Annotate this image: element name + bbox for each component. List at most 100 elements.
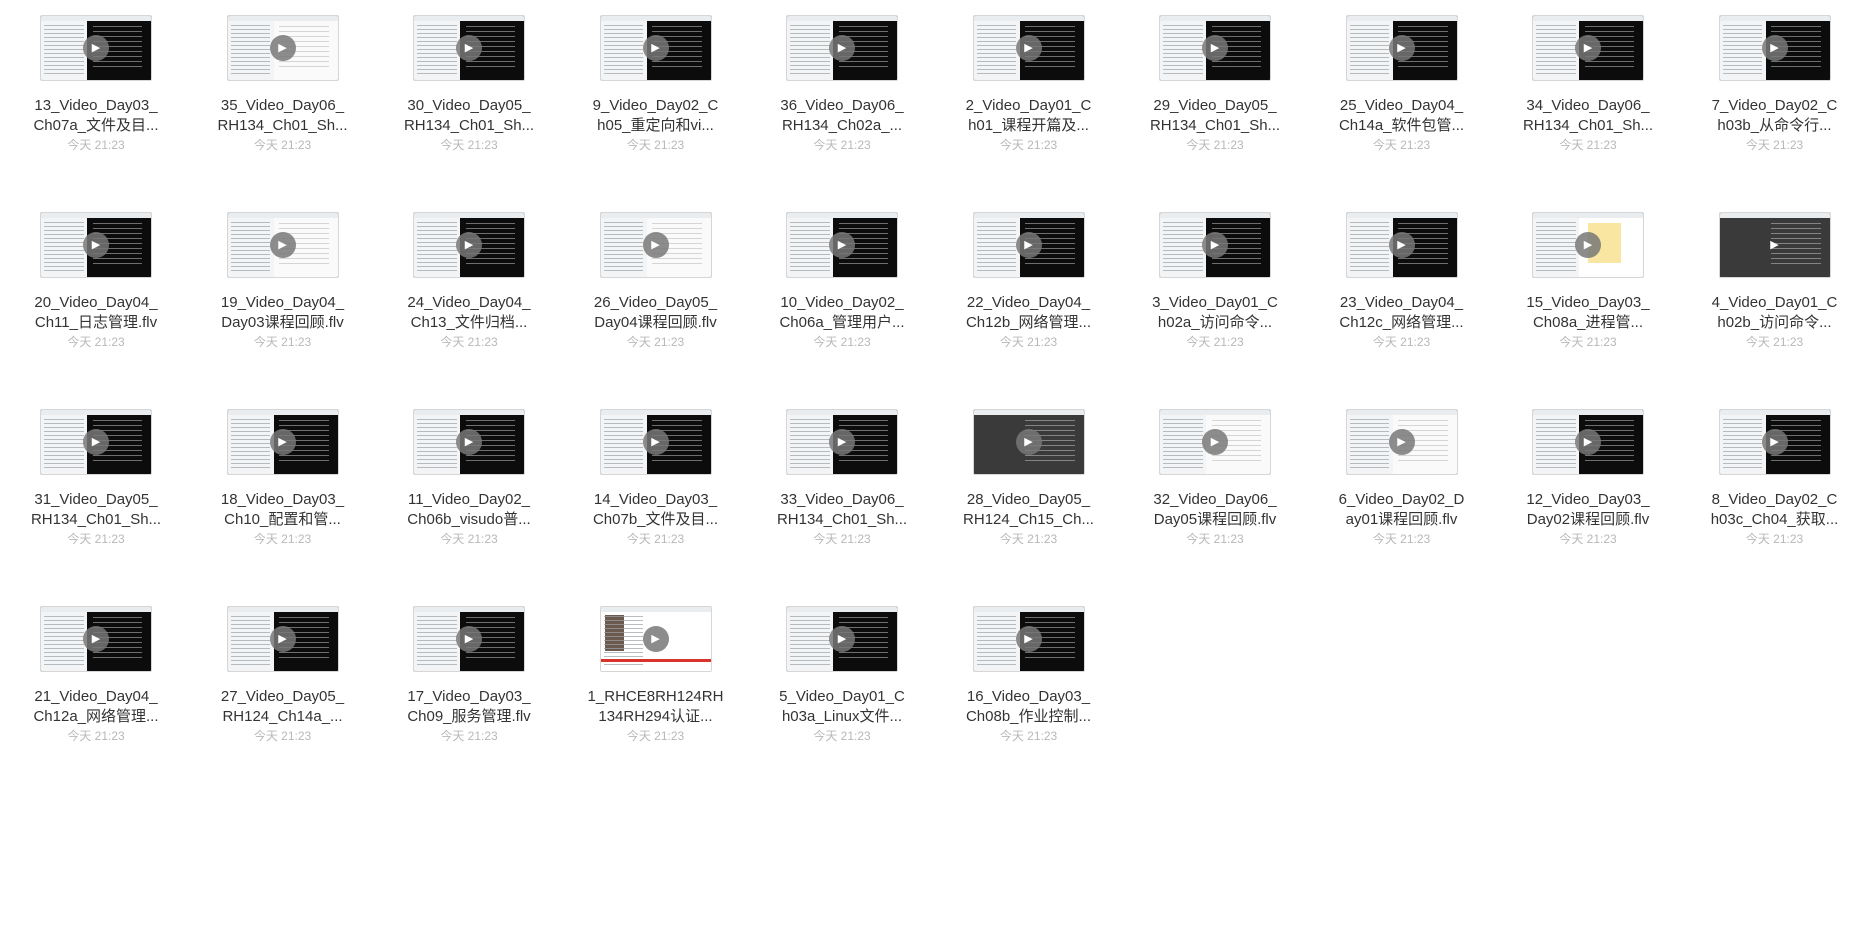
play-icon[interactable]: ▶ — [83, 429, 109, 455]
video-thumbnail[interactable]: ▶ — [599, 409, 712, 475]
video-thumbnail[interactable]: ▶ — [1345, 409, 1458, 475]
video-file-item[interactable]: ▶ 24_Video_Day04_ Ch13_文件归档... 今天 21:23 — [380, 197, 558, 397]
video-thumbnail[interactable]: ▶ — [1345, 15, 1458, 81]
play-icon[interactable]: ▶ — [83, 232, 109, 258]
video-file-item[interactable]: ▶ 8_Video_Day02_C h03c_Ch04_获取... 今天 21:23 — [1686, 394, 1851, 594]
play-icon[interactable]: ▶ — [642, 35, 669, 61]
video-file-item[interactable]: ▶ 32_Video_Day06_ Day05课程回顾.flv 今天 21:23 — [1126, 394, 1304, 594]
video-thumbnail[interactable]: ▶ — [786, 15, 898, 81]
play-icon[interactable]: ▶ — [1388, 35, 1415, 61]
video-file-item[interactable]: ▶ 12_Video_Day03_ Day02课程回顾.flv 今天 21:23 — [1499, 394, 1677, 594]
video-thumbnail[interactable]: ▶ — [786, 212, 898, 278]
video-file-item[interactable]: ▶ 4_Video_Day01_C h02b_访问命令... 今天 21:23 — [1686, 197, 1851, 397]
play-icon[interactable]: ▶ — [1015, 429, 1042, 455]
video-file-item[interactable]: ▶ 25_Video_Day04_ Ch14a_软件包管... 今天 21:23 — [1313, 0, 1491, 200]
video-thumbnail[interactable]: ▶ — [413, 15, 525, 81]
video-thumbnail[interactable]: ▶ — [599, 15, 712, 81]
video-thumbnail[interactable]: ▶ — [972, 15, 1085, 81]
video-file-item[interactable]: ▶ 1_RHCE8RH124RH 134RH294认证... 今天 21:23 — [567, 591, 745, 791]
video-thumbnail[interactable]: ▶ — [40, 15, 152, 81]
video-file-item[interactable]: ▶ 19_Video_Day04_ Day03课程回顾.flv 今天 21:23 — [194, 197, 372, 397]
video-thumbnail[interactable]: ▶ — [226, 409, 339, 475]
play-icon[interactable]: ▶ — [456, 232, 482, 258]
video-thumbnail[interactable]: ▶ — [786, 409, 898, 475]
video-file-item[interactable]: ▶ 5_Video_Day01_C h03a_Linux文件... 今天 21:23 — [753, 591, 931, 791]
play-icon[interactable]: ▶ — [1202, 35, 1228, 61]
play-icon[interactable]: ▶ — [1761, 35, 1788, 61]
video-file-item[interactable]: ▶ 31_Video_Day05_ RH134_Ch01_Sh... 今天 21:23 — [7, 394, 185, 594]
play-icon[interactable]: ▶ — [1015, 626, 1042, 652]
video-file-item[interactable]: ▶ 16_Video_Day03_ Ch08b_作业控制... 今天 21:23 — [940, 591, 1118, 791]
play-icon[interactable]: ▶ — [83, 626, 109, 652]
video-thumbnail[interactable]: ▶ — [1159, 15, 1271, 81]
video-thumbnail[interactable]: ▶ — [226, 606, 339, 672]
play-icon[interactable]: ▶ — [269, 429, 296, 455]
video-thumbnail[interactable]: ▶ — [972, 606, 1085, 672]
video-file-item[interactable]: ▶ 36_Video_Day06_ RH134_Ch02a_... 今天 21:23 — [753, 0, 931, 200]
video-thumbnail[interactable]: ▶ — [1159, 212, 1271, 278]
video-thumbnail[interactable]: ▶ — [40, 212, 152, 278]
play-icon[interactable]: ▶ — [1575, 35, 1601, 61]
video-thumbnail[interactable]: ▶ — [1532, 15, 1644, 81]
play-icon[interactable]: ▶ — [1575, 232, 1601, 258]
play-icon[interactable]: ▶ — [83, 35, 109, 61]
video-file-item[interactable]: ▶ 3_Video_Day01_C h02a_访问命令... 今天 21:23 — [1126, 197, 1304, 397]
play-icon[interactable]: ▶ — [1202, 429, 1228, 455]
video-thumbnail[interactable]: ▶ — [1718, 15, 1831, 81]
video-thumbnail[interactable]: ▶ — [413, 212, 525, 278]
play-icon[interactable]: ▶ — [1388, 429, 1415, 455]
video-file-item[interactable]: ▶ 22_Video_Day04_ Ch12b_网络管理... 今天 21:23 — [940, 197, 1118, 397]
video-file-item[interactable]: ▶ 20_Video_Day04_ Ch11_日志管理.flv 今天 21:23 — [7, 197, 185, 397]
play-icon[interactable]: ▶ — [269, 35, 296, 61]
video-thumbnail[interactable]: ▶ — [413, 409, 525, 475]
video-thumbnail[interactable]: ▶ — [972, 212, 1085, 278]
video-file-item[interactable]: ▶ 18_Video_Day03_ Ch10_配置和管... 今天 21:23 — [194, 394, 372, 594]
video-file-item[interactable]: ▶ 35_Video_Day06_ RH134_Ch01_Sh... 今天 21:23 — [194, 0, 372, 200]
play-icon[interactable]: ▶ — [1202, 232, 1228, 258]
video-file-item[interactable]: ▶ 7_Video_Day02_C h03b_从命令行... 今天 21:23 — [1686, 0, 1851, 200]
video-thumbnail[interactable]: ▶ — [1532, 409, 1644, 475]
play-icon[interactable]: ▶ — [1388, 232, 1415, 258]
play-icon[interactable]: ▶ — [1761, 429, 1788, 455]
video-file-item[interactable]: ▶ 17_Video_Day03_ Ch09_服务管理.flv 今天 21:23 — [380, 591, 558, 791]
video-file-item[interactable]: ▶ 13_Video_Day03_ Ch07a_文件及目... 今天 21:23 — [7, 0, 185, 200]
video-file-item[interactable]: ▶ 21_Video_Day04_ Ch12a_网络管理... 今天 21:23 — [7, 591, 185, 791]
play-icon[interactable]: ▶ — [456, 429, 482, 455]
video-file-item[interactable]: ▶ 27_Video_Day05_ RH124_Ch14a_... 今天 21:23 — [194, 591, 372, 791]
video-file-item[interactable]: ▶ 2_Video_Day01_C h01_课程开篇及... 今天 21:23 — [940, 0, 1118, 200]
play-icon[interactable]: ▶ — [1015, 35, 1042, 61]
video-thumbnail[interactable]: ▶ — [40, 606, 152, 672]
play-icon[interactable]: ▶ — [269, 626, 296, 652]
video-thumbnail[interactable]: ▶ — [786, 606, 898, 672]
video-file-item[interactable]: ▶ 14_Video_Day03_ Ch07b_文件及目... 今天 21:23 — [567, 394, 745, 594]
play-icon[interactable]: ▶ — [456, 626, 482, 652]
video-thumbnail[interactable]: ▶ — [40, 409, 152, 475]
video-thumbnail[interactable]: ▶ — [226, 15, 339, 81]
video-file-item[interactable]: ▶ 28_Video_Day05_ RH124_Ch15_Ch... 今天 21:23 — [940, 394, 1118, 594]
video-file-item[interactable]: ▶ 34_Video_Day06_ RH134_Ch01_Sh... 今天 21:23 — [1499, 0, 1677, 200]
play-icon[interactable]: ▶ — [269, 232, 296, 258]
video-file-item[interactable]: ▶ 33_Video_Day06_ RH134_Ch01_Sh... 今天 21:23 — [753, 394, 931, 594]
play-icon[interactable]: ▶ — [642, 626, 669, 652]
video-thumbnail[interactable]: ▶ — [1718, 212, 1831, 278]
video-thumbnail[interactable]: ▶ — [972, 409, 1085, 475]
video-thumbnail[interactable]: ▶ — [226, 212, 339, 278]
play-icon[interactable]: ▶ — [829, 232, 855, 258]
play-icon[interactable]: ▶ — [829, 626, 855, 652]
play-icon[interactable]: ▶ — [456, 35, 482, 61]
play-icon[interactable]: ▶ — [829, 429, 855, 455]
video-file-item[interactable]: ▶ 6_Video_Day02_D ay01课程回顾.flv 今天 21:23 — [1313, 394, 1491, 594]
play-icon[interactable]: ▶ — [1575, 429, 1601, 455]
video-file-item[interactable]: ▶ 23_Video_Day04_ Ch12c_网络管理... 今天 21:23 — [1313, 197, 1491, 397]
play-icon[interactable]: ▶ — [642, 232, 669, 258]
play-icon[interactable]: ▶ — [829, 35, 855, 61]
play-icon[interactable]: ▶ — [642, 429, 669, 455]
video-file-item[interactable]: ▶ 30_Video_Day05_ RH134_Ch01_Sh... 今天 21:23 — [380, 0, 558, 200]
video-file-item[interactable]: ▶ 11_Video_Day02_ Ch06b_visudo普... 今天 21:23 — [380, 394, 558, 594]
video-file-item[interactable]: ▶ 26_Video_Day05_ Day04课程回顾.flv 今天 21:23 — [567, 197, 745, 397]
video-file-item[interactable]: ▶ 15_Video_Day03_ Ch08a_进程管... 今天 21:23 — [1499, 197, 1677, 397]
play-icon[interactable]: ▶ — [1015, 232, 1042, 258]
play-icon[interactable]: ▶ — [1762, 232, 1788, 258]
video-file-item[interactable]: ▶ 10_Video_Day02_ Ch06a_管理用户... 今天 21:23 — [753, 197, 931, 397]
video-thumbnail[interactable]: ▶ — [1345, 212, 1458, 278]
